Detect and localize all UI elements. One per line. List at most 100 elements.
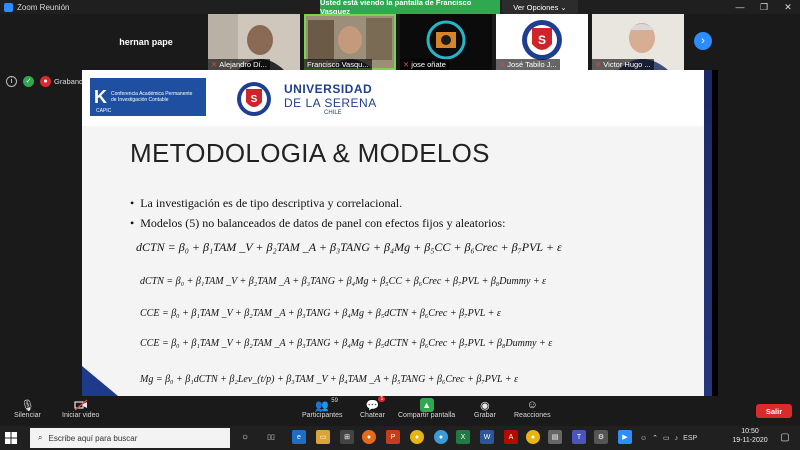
participant-tile[interactable]: ✕ jose oñate <box>400 14 492 70</box>
search-icon: ⌕ <box>38 433 43 442</box>
minimize-icon[interactable]: — <box>728 0 752 14</box>
mute-button[interactable]: 🎙 Silenciar <box>14 398 41 420</box>
participant-tile[interactable]: S ✕ José Tabilo J... <box>496 14 588 70</box>
capic-short: CAPIC <box>96 108 112 114</box>
slide-corner-decoration <box>82 366 118 396</box>
app-icon[interactable]: ● <box>434 430 448 444</box>
file-explorer-icon[interactable]: ▭ <box>316 430 330 444</box>
slide-right-band <box>704 70 712 396</box>
clock-date: 19-11-2020 <box>732 437 768 444</box>
next-participants-button[interactable]: › <box>694 32 712 50</box>
equation-4: CCE = β₀ + β₁TAM _V + β₂TAM _A + β₃TANG … <box>140 338 553 349</box>
teams-icon[interactable]: T <box>572 430 586 444</box>
participants-label: Participantes <box>302 412 343 419</box>
participant-name: Alejandro Dí... <box>219 60 267 69</box>
equation-2: dCTN = β₀ + β₁TAM _V + β₂TAM _A + β₃TANG… <box>140 276 547 287</box>
uls-line1: UNIVERSIDAD <box>284 82 373 96</box>
excel-icon[interactable]: X <box>456 430 470 444</box>
record-icon: ◉ <box>480 399 490 412</box>
maximize-icon[interactable]: ❐ <box>752 0 776 14</box>
mute-label: Silenciar <box>14 412 41 419</box>
close-icon[interactable]: ✕ <box>776 0 800 14</box>
equation-3: CCE = β₀ + β₁TAM _V + β₂TAM _A + β₃TANG … <box>140 308 501 319</box>
chat-icon: 💬 1 <box>365 396 386 412</box>
mic-muted-icon: ✕ <box>595 60 602 69</box>
svg-text:S: S <box>251 94 258 105</box>
word-icon[interactable]: W <box>480 430 494 444</box>
search-placeholder: Escribe aquí para buscar <box>48 433 138 443</box>
record-button[interactable]: ◉ Grabar <box>474 398 496 420</box>
bullet-item: • Modelos (5) no balanceados de datos de… <box>130 216 506 230</box>
task-view-icon[interactable]: ▯▯ <box>264 430 278 444</box>
participants-icon: 👥 59 <box>315 398 338 412</box>
language-indicator[interactable]: ESP <box>683 435 697 442</box>
capic-line2: de Investigación Contable <box>111 97 169 103</box>
app-title: Zoom Reunión <box>0 2 70 12</box>
edge-icon[interactable]: e <box>292 430 306 444</box>
info-icon[interactable]: i <box>6 75 17 87</box>
mic-muted-icon: ✕ <box>403 60 410 69</box>
pdf-icon[interactable]: A <box>504 430 518 444</box>
uls-wordmark: UNIVERSIDAD DE LA SERENA CHILE <box>284 82 377 116</box>
participant-name: José Tabilo J... <box>507 60 557 69</box>
shared-screen[interactable]: K Conferencia Académica Permanente de In… <box>82 70 718 396</box>
cortana-icon[interactable]: ○ <box>238 430 252 444</box>
equation-1: dCTN = β₀ + β₁TAM _V + β₂TAM _A + β₃TANG… <box>136 240 562 254</box>
participant-tile[interactable]: ✕ Alejandro Dí... <box>208 14 300 70</box>
reactions-label: Reacciones <box>514 412 551 419</box>
presentation-slide: K Conferencia Académica Permanente de In… <box>82 70 712 396</box>
volume-icon[interactable]: ♪ <box>675 435 679 442</box>
notifications-icon[interactable]: ▢ <box>778 430 792 444</box>
capic-logo: K Conferencia Académica Permanente de In… <box>90 78 206 116</box>
participants-count: 59 <box>331 398 338 404</box>
window-title: Zoom Reunión <box>17 2 70 12</box>
zoom-taskbar-icon[interactable]: ▶ <box>618 430 632 444</box>
reactions-button[interactable]: ☺ Reacciones <box>514 398 551 419</box>
uls-line2: DE LA SERENA <box>284 96 377 110</box>
zoom-logo-icon <box>4 2 13 12</box>
start-video-button[interactable]: Iniciar video <box>62 398 99 419</box>
bullet-item: • La investigación es de tipo descriptiv… <box>130 196 403 210</box>
slide-bullets: • La investigación es de tipo descriptiv… <box>130 196 505 236</box>
recording-indicator[interactable]: ● Grabando <box>40 75 87 87</box>
share-arrow-icon: ▲ <box>419 398 434 412</box>
share-banner: Usted está viendo la pantalla de Francis… <box>320 0 500 16</box>
share-label: Compartir pantalla <box>398 412 456 419</box>
leave-button[interactable]: Salir <box>756 404 792 418</box>
uls-line3: CHILE <box>324 110 342 116</box>
chat-button[interactable]: 💬 1 Chatear <box>360 396 386 419</box>
chrome-icon[interactable]: ● <box>410 430 424 444</box>
app-icon[interactable]: ▤ <box>548 430 562 444</box>
system-tray: ☺ ⌃ ▭ ♪ ESP <box>640 428 697 448</box>
share-screen-button[interactable]: ▲ Compartir pantalla <box>398 398 455 419</box>
participant-name: jose oñate <box>411 60 446 69</box>
clock-time: 10:50 <box>741 428 759 435</box>
record-label: Grabar <box>474 412 496 419</box>
chevron-up-icon[interactable]: ⌃ <box>652 434 658 442</box>
mic-muted-icon: ✕ <box>211 60 218 69</box>
participants-button[interactable]: 👥 59 Participantes <box>302 398 342 419</box>
window-controls: — ❐ ✕ <box>728 0 800 14</box>
taskbar-search-box[interactable]: ⌕ Escribe aquí para buscar <box>30 428 230 448</box>
equation-5: Mg = β₀ + β₁dCTN + β₂Lev_(t/p) + β₃TAM _… <box>140 374 519 385</box>
view-options-button[interactable]: Ver Opciones ⌄ <box>502 0 578 14</box>
participant-tile-active-speaker[interactable]: Francisco Vasqu... <box>304 14 396 70</box>
firefox-icon[interactable]: ● <box>362 430 376 444</box>
chrome-icon[interactable]: ● <box>526 430 540 444</box>
smiley-icon: ☺ <box>526 399 538 411</box>
chat-label: Chatear <box>360 412 385 419</box>
participant-name: Victor Hugo ... <box>603 60 651 69</box>
people-icon[interactable]: ☺ <box>640 435 647 442</box>
participant-tile[interactable]: ✕ Victor Hugo ... <box>592 14 684 70</box>
powerpoint-icon[interactable]: P <box>386 430 400 444</box>
participant-tile-name-only[interactable]: hernan pape <box>90 14 202 70</box>
participant-name: Francisco Vasqu... <box>307 60 369 69</box>
security-shield-icon[interactable]: ✓ <box>23 75 34 87</box>
store-icon[interactable]: ⊞ <box>340 430 354 444</box>
network-icon[interactable]: ▭ <box>663 434 670 442</box>
meeting-status-row: i ✓ ● Grabando <box>0 72 87 90</box>
windows-start-icon[interactable] <box>0 426 22 450</box>
taskbar-clock[interactable]: 10:50 19-11-2020 <box>730 427 770 445</box>
app-icon[interactable]: ⚙ <box>594 430 608 444</box>
video-off-icon <box>74 398 88 412</box>
